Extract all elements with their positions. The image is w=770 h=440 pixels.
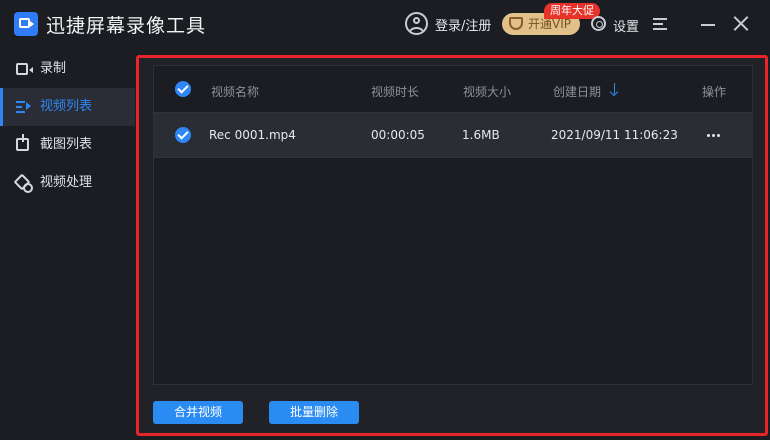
sort-down-arrow-icon[interactable] [610, 83, 620, 97]
column-header-name: 视频名称 [211, 85, 260, 99]
more-icon[interactable] [707, 134, 721, 138]
video-duration: 00:00:05 [371, 128, 425, 142]
sidebar-item-record[interactable]: 录制 [0, 50, 135, 88]
menu-icon[interactable] [653, 18, 667, 30]
column-header-duration: 视频时长 [371, 85, 420, 99]
video-size: 1.6MB [462, 128, 500, 142]
settings-button[interactable]: 设置 [613, 16, 639, 35]
sidebar-item-video-list[interactable]: 视频列表 [0, 88, 135, 126]
settings-icon[interactable] [591, 16, 606, 31]
minimize-icon[interactable] [701, 24, 715, 26]
row-checkbox[interactable] [175, 127, 191, 143]
app-title: 迅捷屏幕录像工具 [46, 15, 207, 37]
close-icon[interactable] [733, 16, 748, 31]
sidebar-item-label: 视频列表 [40, 99, 93, 114]
sidebar-item-screenshot-list[interactable]: 截图列表 [0, 126, 135, 164]
batch-delete-button[interactable]: 批量删除 [269, 401, 359, 424]
user-avatar-icon[interactable] [405, 12, 428, 35]
sidebar-item-label: 截图列表 [40, 137, 93, 152]
video-date: 2021/09/11 11:06:23 [551, 128, 678, 142]
merge-videos-button[interactable]: 合并视频 [153, 401, 243, 424]
sidebar-item-video-process[interactable]: 视频处理 [0, 164, 135, 202]
diamond-icon [509, 17, 523, 30]
app-logo-icon [14, 12, 38, 36]
column-header-size: 视频大小 [463, 85, 512, 99]
video-process-icon [16, 176, 33, 193]
column-header-actions: 操作 [702, 85, 727, 99]
sidebar-item-label: 录制 [40, 61, 67, 76]
title-bar: 迅捷屏幕录像工具 登录/注册 开通VIP 周年大促 设置 [0, 0, 770, 48]
promo-badge: 周年大促 [544, 3, 600, 19]
video-name: Rec 0001.mp4 [209, 128, 296, 142]
column-header-date[interactable]: 创建日期 [553, 83, 601, 100]
login-register-link[interactable]: 登录/注册 [435, 15, 491, 34]
screenshot-list-icon [16, 134, 29, 151]
table-header: 视频名称 视频时长 视频大小 创建日期 操作 [154, 66, 752, 112]
select-all-checkbox[interactable] [175, 81, 191, 97]
table-row[interactable]: Rec 0001.mp4 00:00:05 1.6MB 2021/09/11 1… [154, 112, 752, 158]
sidebar-item-label: 视频处理 [40, 175, 93, 190]
record-icon [16, 63, 33, 75]
video-table: 视频名称 视频时长 视频大小 创建日期 操作 Rec 0001.mp4 00:0… [153, 65, 753, 385]
sidebar: 录制 视频列表 截图列表 视频处理 [0, 48, 135, 440]
vip-label: 开通VIP [528, 17, 571, 31]
video-list-icon [16, 101, 31, 113]
